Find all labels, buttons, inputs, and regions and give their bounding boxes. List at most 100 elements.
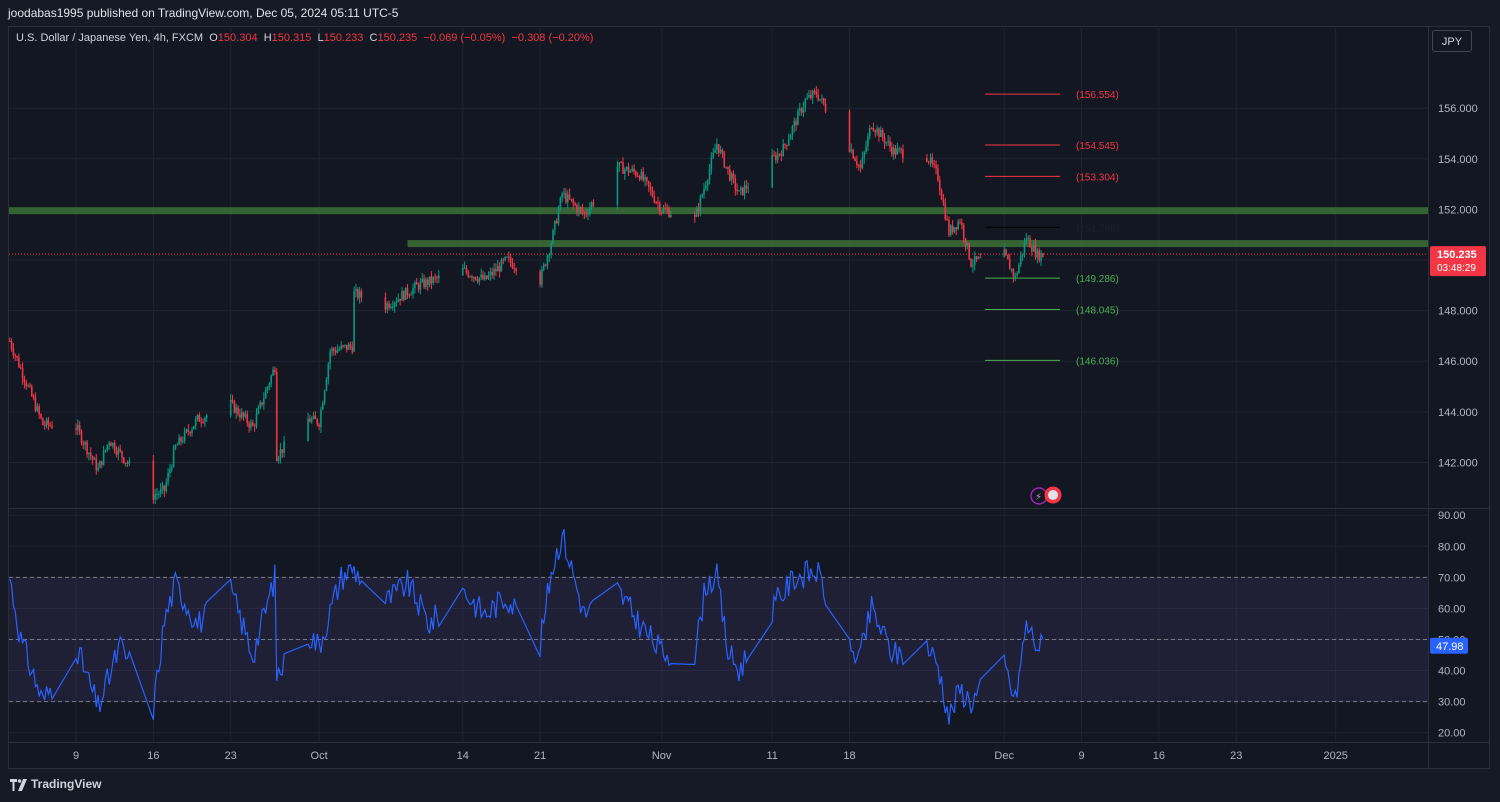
candle-body <box>541 269 543 285</box>
candle-body <box>808 94 810 98</box>
candle-body <box>10 341 13 349</box>
candle-body <box>250 422 252 428</box>
candle-body <box>592 202 595 205</box>
time-tick-label: 21 <box>534 750 546 762</box>
candle-body <box>1019 255 1022 265</box>
candle-body <box>246 414 249 424</box>
candle-body <box>822 98 825 104</box>
candles <box>8 86 1044 504</box>
candle-body <box>386 303 389 310</box>
candle-body <box>1023 241 1026 254</box>
candle-body <box>708 169 711 181</box>
tradingview-logo[interactable]: TradingView <box>10 777 101 791</box>
candle-body <box>649 186 652 190</box>
candle-body <box>896 148 899 155</box>
candle-body <box>927 161 930 163</box>
candle-body <box>1027 237 1029 239</box>
candle-body <box>806 97 808 100</box>
candle-body <box>8 340 11 342</box>
time-tick-label: 16 <box>147 750 159 762</box>
candle-body <box>1007 254 1009 260</box>
candle-body <box>701 194 703 197</box>
candle-body <box>333 348 335 351</box>
candle-body <box>281 449 284 453</box>
currency-button[interactable]: JPY <box>1432 30 1472 52</box>
candle-body <box>75 428 77 430</box>
candle-body <box>12 348 15 356</box>
candle-body <box>417 284 420 290</box>
candle-body <box>342 345 344 347</box>
candle-body <box>204 417 206 423</box>
open-value: 150.304 <box>217 32 258 44</box>
candle-body <box>393 302 396 307</box>
candle-body <box>14 355 17 357</box>
candle-body <box>91 456 94 460</box>
candle-body <box>861 157 864 168</box>
time-tick-label: Nov <box>652 750 672 762</box>
candle-body <box>112 442 114 447</box>
candle-body <box>336 349 339 353</box>
candle-body <box>187 429 190 432</box>
candle-body <box>579 207 582 209</box>
candle-body <box>559 197 562 210</box>
candle-body <box>948 219 950 235</box>
candle-body <box>966 242 969 246</box>
candle-body <box>804 99 807 108</box>
candle-body <box>487 275 490 279</box>
candle-body <box>264 390 267 399</box>
price-tick-label: 144.000 <box>1438 407 1478 419</box>
candle-body <box>933 163 936 165</box>
candle-body <box>644 177 646 181</box>
candle-body <box>546 256 549 266</box>
candle-body <box>699 196 702 212</box>
candle-body <box>93 458 96 460</box>
candle-body <box>231 399 234 402</box>
candle-body <box>159 488 162 494</box>
candle-body <box>235 407 238 413</box>
candle-body <box>712 152 715 158</box>
candle-body <box>384 297 387 310</box>
candle-body <box>577 207 580 212</box>
candle-body <box>323 390 326 404</box>
candle-body <box>889 141 891 147</box>
candle-body <box>170 466 173 470</box>
candle-body <box>728 169 731 181</box>
candle-body <box>165 482 168 491</box>
candle-body <box>244 414 247 417</box>
horizontal-zone <box>9 207 1428 215</box>
candle-body <box>355 289 357 292</box>
candle-body <box>312 415 315 419</box>
price-tick-label: 142.000 <box>1438 457 1478 469</box>
day-change: −0.308 (−0.20%) <box>511 32 594 44</box>
candle-body <box>660 212 663 214</box>
candle-body <box>964 238 967 246</box>
candle-body <box>854 158 856 162</box>
candle-body <box>491 271 494 276</box>
candle-body <box>795 121 797 126</box>
candle-body <box>631 168 633 171</box>
candle-body <box>973 256 976 265</box>
candle-body <box>723 152 726 168</box>
candle-body <box>152 460 155 500</box>
candle-body <box>771 155 773 188</box>
candle-body <box>624 169 626 174</box>
level-label: (154.545) <box>1076 141 1119 152</box>
candle-body <box>697 208 700 212</box>
candle-body <box>502 259 505 261</box>
candle-body <box>811 90 814 99</box>
candle-body <box>894 147 897 155</box>
chart-canvas[interactable]: (156.554) (154.545) (153.304) (151.295) (149… <box>0 0 1500 802</box>
candle-body <box>616 166 619 205</box>
rsi-tick-label: 30.00 <box>1438 697 1466 709</box>
candle-body <box>507 256 510 258</box>
candle-body <box>178 437 180 445</box>
candle-body <box>1014 275 1017 277</box>
candle-body <box>102 451 105 465</box>
candle-body <box>360 291 363 298</box>
candle-body <box>161 485 164 489</box>
candle-body <box>229 399 232 416</box>
candle-body <box>119 448 121 452</box>
candle-body <box>856 161 858 165</box>
candle-body <box>900 148 902 150</box>
candle-body <box>240 412 243 418</box>
